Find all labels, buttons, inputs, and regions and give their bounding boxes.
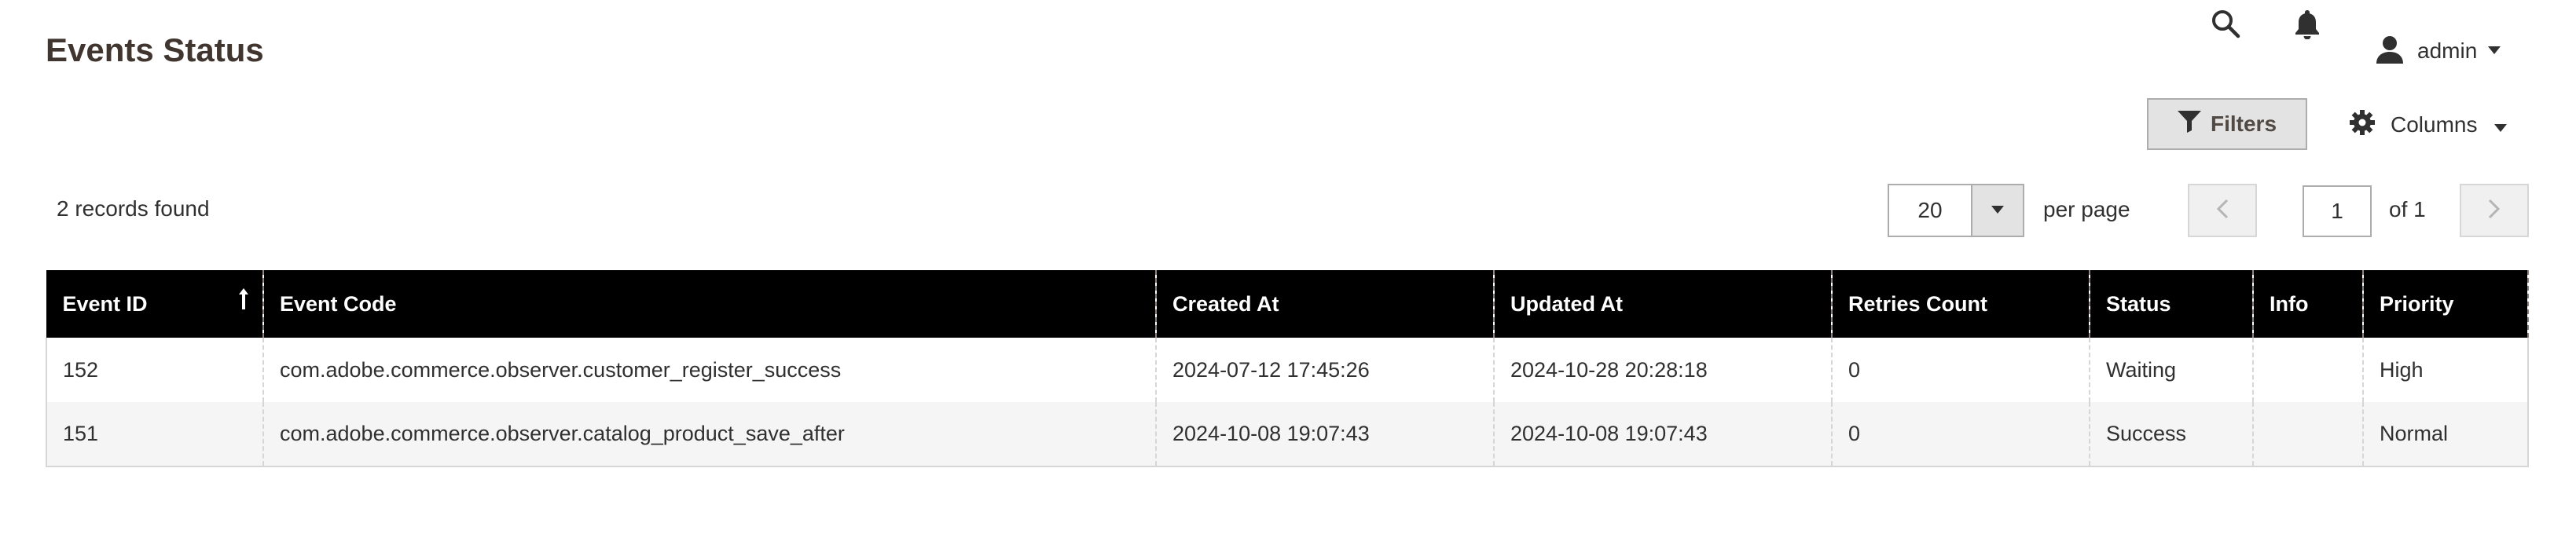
- cell-retries-count: 0: [1831, 338, 2090, 402]
- cell-created-at: 2024-07-12 17:45:26: [1155, 338, 1495, 402]
- chevron-left-icon: [2216, 199, 2229, 223]
- table-row[interactable]: 152 com.adobe.commerce.observer.customer…: [46, 338, 2529, 402]
- column-header-label: Event ID: [62, 291, 148, 316]
- filters-button[interactable]: Filters: [2147, 98, 2307, 150]
- gear-icon: [2350, 109, 2375, 141]
- column-header-retries-count[interactable]: Retries Count: [1831, 270, 2090, 338]
- search-icon[interactable]: [2207, 5, 2244, 42]
- grid-header-row: Event ID Event Code Created At Updated A…: [46, 270, 2529, 338]
- columns-label: Columns: [2391, 112, 2478, 137]
- columns-button[interactable]: Columns: [2350, 102, 2508, 148]
- cell-event-code: com.adobe.commerce.observer.catalog_prod…: [262, 402, 1157, 467]
- cell-updated-at: 2024-10-08 19:07:43: [1493, 402, 1833, 467]
- per-page-value[interactable]: 20: [1889, 185, 1971, 236]
- filter-icon: [2177, 110, 2211, 138]
- column-header-priority[interactable]: Priority: [2362, 270, 2529, 338]
- current-page-input[interactable]: [2303, 185, 2372, 237]
- cell-updated-at: 2024-10-28 20:28:18: [1493, 338, 1833, 402]
- cell-info: [2252, 402, 2364, 467]
- column-header-info[interactable]: Info: [2252, 270, 2364, 338]
- chevron-right-icon: [2488, 199, 2501, 223]
- column-header-updated-at[interactable]: Updated At: [1493, 270, 1833, 338]
- column-header-label: Event Code: [280, 291, 397, 316]
- total-pages-label: of 1: [2389, 197, 2426, 221]
- page-title: Events Status: [46, 31, 264, 68]
- column-header-label: Retries Count: [1848, 291, 1988, 316]
- user-icon: [2375, 35, 2405, 68]
- bell-icon[interactable]: [2288, 5, 2326, 42]
- column-header-event-code[interactable]: Event Code: [262, 270, 1157, 338]
- column-header-status[interactable]: Status: [2089, 270, 2254, 338]
- cell-retries-count: 0: [1831, 402, 2090, 467]
- cell-status: Success: [2089, 402, 2254, 467]
- cell-event-id: 152: [46, 338, 264, 402]
- cell-info: [2252, 338, 2364, 402]
- user-menu[interactable]: admin: [2375, 33, 2501, 69]
- filters-label: Filters: [2210, 112, 2277, 136]
- column-header-label: Updated At: [1510, 291, 1623, 316]
- column-header-created-at[interactable]: Created At: [1155, 270, 1495, 338]
- per-page-toggle[interactable]: [1971, 185, 2023, 236]
- records-found: 2 records found: [57, 196, 210, 221]
- column-header-event-id[interactable]: Event ID: [46, 270, 264, 338]
- table-row[interactable]: 151 com.adobe.commerce.observer.catalog_…: [46, 402, 2529, 467]
- column-header-label: Priority: [2380, 291, 2454, 316]
- next-page-button[interactable]: [2460, 184, 2529, 237]
- cell-status: Waiting: [2089, 338, 2254, 402]
- caret-down-icon: [2488, 44, 2501, 58]
- column-header-label: Info: [2270, 291, 2309, 316]
- user-name: admin: [2417, 38, 2478, 63]
- cell-event-id: 151: [46, 402, 264, 467]
- column-header-label: Status: [2106, 291, 2171, 316]
- column-header-label: Created At: [1172, 291, 1279, 316]
- cell-priority: High: [2362, 338, 2529, 402]
- previous-page-button[interactable]: [2188, 184, 2257, 237]
- caret-down-icon: [2494, 112, 2508, 137]
- sort-arrow-up-icon: [237, 287, 250, 316]
- per-page-label: per page: [2043, 197, 2130, 221]
- caret-down-icon: [1991, 203, 2004, 218]
- events-grid: Event ID Event Code Created At Updated A…: [46, 270, 2529, 467]
- cell-created-at: 2024-10-08 19:07:43: [1155, 402, 1495, 467]
- cell-event-code: com.adobe.commerce.observer.customer_reg…: [262, 338, 1157, 402]
- cell-priority: Normal: [2362, 402, 2529, 467]
- per-page-select[interactable]: 20: [1888, 184, 2024, 237]
